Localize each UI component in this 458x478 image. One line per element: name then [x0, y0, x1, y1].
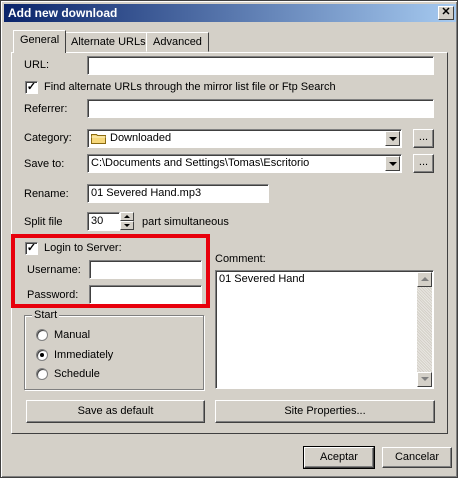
radio-manual-label: Manual	[54, 329, 91, 341]
ok-button[interactable]: Aceptar	[303, 446, 375, 469]
split-file-input[interactable]: 30	[87, 212, 120, 231]
category-browse-button[interactable]: ...	[413, 129, 434, 148]
comment-label: Comment:	[215, 253, 266, 265]
comment-value: 01 Severed Hand	[219, 273, 305, 285]
scroll-up-icon[interactable]	[417, 272, 432, 287]
save-to-label: Save to:	[24, 158, 65, 170]
window-title: Add new download	[8, 6, 118, 20]
username-field[interactable]	[89, 260, 202, 279]
title-bar: Add new download ✕	[4, 4, 456, 22]
add-download-dialog: Add new download ✕ General Alternate URL…	[0, 0, 458, 478]
radio-schedule[interactable]	[36, 368, 48, 380]
login-checkbox[interactable]: ✓	[25, 242, 38, 255]
scroll-down-icon[interactable]	[417, 372, 432, 387]
comment-scrollbar[interactable]	[417, 272, 432, 387]
split-file-suffix: part simultaneous	[142, 216, 229, 228]
find-alternate-label: Find alternate URLs through the mirror l…	[44, 81, 336, 93]
url-field[interactable]	[87, 56, 434, 75]
close-button[interactable]: ✕	[438, 6, 454, 20]
password-label: Password:	[27, 289, 79, 301]
tab-advanced[interactable]: Advanced	[146, 32, 209, 52]
login-label: Login to Server:	[44, 242, 122, 254]
find-alternate-checkbox[interactable]: ✓	[25, 81, 38, 94]
cancel-button[interactable]: Cancelar	[382, 447, 452, 468]
stepper-down-icon[interactable]	[120, 221, 134, 230]
referrer-field[interactable]	[87, 99, 434, 118]
folder-icon	[91, 134, 106, 144]
url-label: URL:	[24, 59, 50, 71]
radio-immediately[interactable]	[36, 349, 48, 361]
tab-alternate-urls[interactable]: Alternate URLs	[64, 32, 153, 52]
radio-immediately-label: Immediately	[54, 349, 114, 361]
start-group-title: Start	[32, 309, 60, 321]
save-to-value: C:\Documents and Settings\Tomas\Escritor…	[91, 157, 310, 169]
username-label: Username:	[27, 264, 81, 276]
category-dropdown[interactable]: Downloaded	[87, 129, 402, 148]
password-field[interactable]	[89, 285, 202, 304]
save-as-default-button[interactable]: Save as default	[26, 400, 205, 423]
category-value: Downloaded	[110, 132, 172, 144]
split-file-label: Split file	[24, 216, 63, 228]
start-groupbox	[24, 315, 204, 390]
referrer-label: Referrer:	[24, 103, 68, 115]
split-file-stepper[interactable]	[120, 212, 134, 230]
radio-manual[interactable]	[36, 329, 48, 341]
rename-field[interactable]: 01 Severed Hand.mp3	[87, 184, 269, 203]
save-to-dropdown[interactable]: C:\Documents and Settings\Tomas\Escritor…	[87, 154, 402, 173]
tab-general[interactable]: General	[13, 30, 67, 53]
category-label: Category:	[24, 132, 72, 144]
rename-label: Rename:	[24, 188, 69, 200]
chevron-down-icon[interactable]	[385, 156, 400, 171]
chevron-down-icon[interactable]	[385, 131, 400, 146]
stepper-up-icon[interactable]	[120, 212, 134, 221]
site-properties-button[interactable]: Site Properties...	[215, 400, 435, 423]
radio-schedule-label: Schedule	[54, 368, 100, 380]
comment-textarea[interactable]: 01 Severed Hand	[215, 270, 434, 389]
save-to-browse-button[interactable]: ...	[413, 154, 434, 173]
